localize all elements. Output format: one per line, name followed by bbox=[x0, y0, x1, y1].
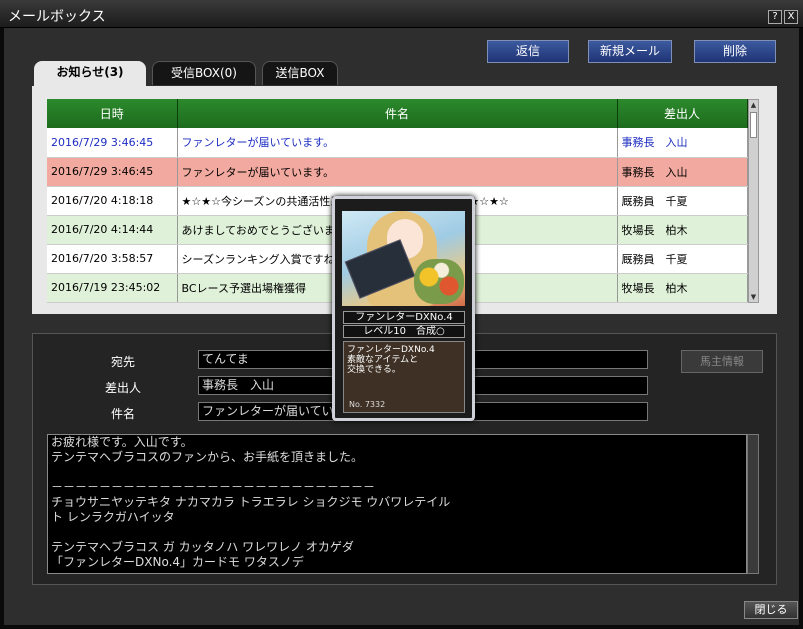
row-date: 2016/7/20 3:58:57 bbox=[47, 244, 178, 274]
tab-outbox[interactable]: 送信BOX bbox=[262, 61, 338, 85]
card-description: ファンレターDXNo.4 素敵なアイテムと 交換できる。 No. 7332 bbox=[343, 341, 465, 413]
row-sender: 事務長 入山 bbox=[617, 157, 748, 187]
card-tooltip: ファンレターDXNo.4 レベル10 合成○ ファンレターDXNo.4 素敵なア… bbox=[332, 196, 475, 421]
row-sender: 厩務員 千夏 bbox=[617, 186, 748, 216]
row-sender: 牧場長 柏木 bbox=[617, 215, 748, 245]
window-title: メールボックス bbox=[8, 9, 106, 25]
subject-label: 件名 bbox=[110, 407, 135, 421]
row-date: 2016/7/20 4:18:18 bbox=[47, 186, 178, 216]
row-date: 2016/7/29 3:46:45 bbox=[47, 128, 178, 158]
row-subject: ファンレターが届いています。 bbox=[177, 128, 618, 158]
scroll-up-icon[interactable]: ▲ bbox=[749, 100, 758, 110]
table-header: 日時 件名 差出人 bbox=[47, 99, 748, 128]
mail-list-scrollbar[interactable]: ▲ ▼ bbox=[748, 99, 759, 303]
row-date: 2016/7/29 3:46:45 bbox=[47, 157, 178, 187]
delete-button[interactable]: 削除 bbox=[694, 40, 776, 63]
owner-info-button[interactable]: 馬主情報 bbox=[681, 350, 763, 373]
row-sender: 牧場長 柏木 bbox=[617, 273, 748, 303]
scroll-thumb[interactable] bbox=[750, 112, 757, 138]
card-level: レベル10 合成○ bbox=[343, 325, 465, 338]
header-sender[interactable]: 差出人 bbox=[617, 99, 748, 128]
row-sender: 事務長 入山 bbox=[617, 128, 748, 158]
card-illustration bbox=[342, 211, 465, 306]
to-label: 宛先 bbox=[110, 355, 135, 369]
body-line: テンテマヘブラコス ガ カッタノハ ワレワレノ オカゲダ bbox=[51, 540, 354, 554]
close-button[interactable]: 閉じる bbox=[744, 601, 798, 619]
body-line: －－－－－－－－－－－－－－－－－－－－－－－－－－－ bbox=[51, 480, 376, 494]
tab-notices[interactable]: お知らせ(3) bbox=[34, 61, 146, 87]
body-line: チョウサニヤッテキタ ナカマカラ トラエラレ ショクジモ ウバワレテイル bbox=[51, 495, 451, 509]
card-desc-line: ファンレターDXNo.4 bbox=[347, 345, 435, 355]
row-date: 2016/7/20 4:14:44 bbox=[47, 215, 178, 245]
new-mail-button[interactable]: 新規メール bbox=[588, 40, 672, 63]
title-bar: メールボックス ? X bbox=[0, 0, 803, 28]
table-row[interactable]: 2016/7/29 3:46:45 ファンレターが届いています。 事務長 入山 bbox=[47, 128, 748, 158]
reply-button[interactable]: 返信 bbox=[487, 40, 569, 63]
card-desc-line: 交換できる。 bbox=[347, 365, 401, 375]
from-label: 差出人 bbox=[104, 381, 141, 395]
body-line: 「ファンレターDXNo.4」カードモ ワタスノデ bbox=[51, 555, 304, 569]
mail-body[interactable]: お疲れ様です。入山です。 テンテマヘブラコスのファンから、お手紙を頂きました。 … bbox=[47, 434, 747, 574]
row-subject: ファンレターが届いています。 bbox=[177, 157, 618, 187]
card-art-flowers bbox=[414, 259, 464, 304]
tab-inbox[interactable]: 受信BOX(0) bbox=[152, 61, 256, 85]
body-line: テンテマヘブラコスのファンから、お手紙を頂きました。 bbox=[51, 450, 364, 464]
row-sender: 厩務員 千夏 bbox=[617, 244, 748, 274]
mail-body-scrollbar[interactable] bbox=[747, 434, 759, 574]
table-row[interactable]: 2016/7/29 3:46:45 ファンレターが届いています。 事務長 入山 bbox=[47, 157, 748, 187]
card-name: ファンレターDXNo.4 bbox=[343, 311, 465, 324]
body-line: お疲れ様です。入山です。 bbox=[51, 435, 193, 449]
card-number: No. 7332 bbox=[349, 400, 386, 409]
body-line bbox=[51, 465, 743, 480]
card-desc-line: 素敵なアイテムと bbox=[347, 355, 419, 365]
header-subject[interactable]: 件名 bbox=[177, 99, 618, 128]
scroll-down-icon[interactable]: ▼ bbox=[749, 292, 758, 302]
row-date: 2016/7/19 23:45:02 bbox=[47, 273, 178, 303]
body-line: ト レンラクガハイッタ bbox=[51, 510, 175, 524]
help-button[interactable]: ? bbox=[768, 10, 782, 24]
header-date[interactable]: 日時 bbox=[47, 99, 178, 128]
body-line bbox=[51, 525, 743, 540]
window-close-button[interactable]: X bbox=[784, 10, 798, 24]
